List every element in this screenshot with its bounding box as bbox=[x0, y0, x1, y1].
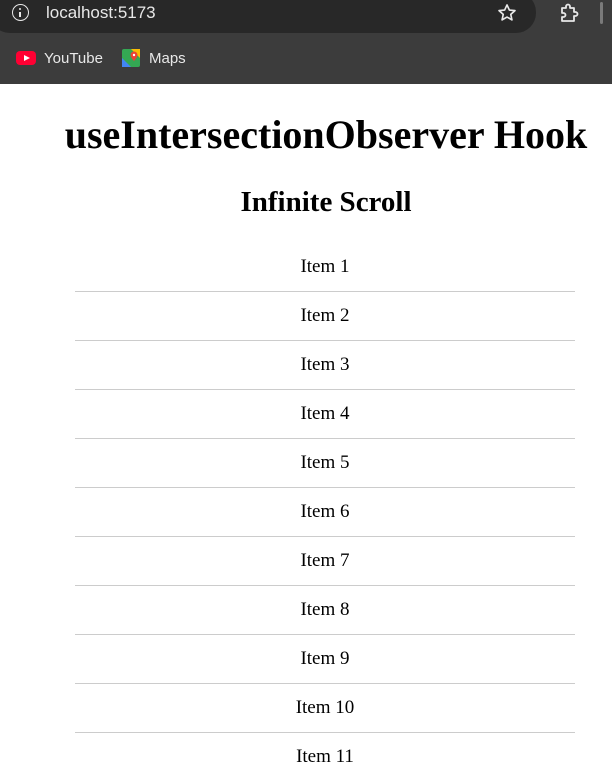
page-title: useIntersectionObserver Hook bbox=[64, 112, 588, 157]
list-item: Item 10 bbox=[75, 684, 575, 733]
list-item: Item 2 bbox=[75, 292, 575, 341]
info-icon[interactable] bbox=[12, 4, 29, 21]
bookmark-maps[interactable]: Maps bbox=[122, 46, 186, 70]
browser-chrome: localhost:5173 YouTube Maps bbox=[0, 0, 612, 84]
list-item: Item 5 bbox=[75, 439, 575, 488]
list-item: Item 4 bbox=[75, 390, 575, 439]
bookmark-youtube[interactable]: YouTube bbox=[16, 46, 103, 70]
list-item: Item 8 bbox=[75, 586, 575, 635]
youtube-icon bbox=[16, 51, 36, 65]
bookmark-star-icon[interactable] bbox=[496, 2, 518, 24]
section-title: Infinite Scroll bbox=[240, 186, 412, 218]
extensions-puzzle-icon[interactable] bbox=[558, 1, 582, 25]
bookmark-label: Maps bbox=[149, 49, 186, 67]
bookmark-label: YouTube bbox=[44, 49, 103, 67]
list-item: Item 9 bbox=[75, 635, 575, 684]
list-item: Item 11 bbox=[75, 733, 575, 765]
address-bar[interactable]: localhost:5173 bbox=[0, 0, 536, 33]
list-item: Item 3 bbox=[75, 341, 575, 390]
list-item: Item 1 bbox=[75, 243, 575, 292]
list-item: Item 6 bbox=[75, 488, 575, 537]
infinite-scroll-list[interactable]: Item 1 Item 2 Item 3 Item 4 Item 5 Item … bbox=[75, 243, 575, 765]
maps-icon bbox=[122, 49, 140, 67]
toolbar-divider bbox=[600, 2, 603, 24]
url-text[interactable]: localhost:5173 bbox=[46, 2, 156, 24]
list-item: Item 7 bbox=[75, 537, 575, 586]
